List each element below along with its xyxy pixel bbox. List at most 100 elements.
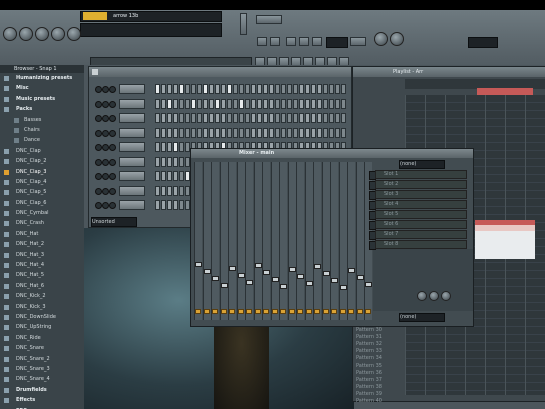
channel-volume-knob[interactable] bbox=[109, 115, 116, 122]
step-pad[interactable] bbox=[287, 98, 292, 109]
mixer-track-fader[interactable] bbox=[263, 270, 270, 275]
step-pad[interactable] bbox=[329, 127, 334, 138]
step-pad[interactable] bbox=[233, 84, 238, 94]
step-pad[interactable] bbox=[167, 98, 172, 109]
mixer-track-enable-led[interactable] bbox=[288, 309, 295, 314]
step-pad[interactable] bbox=[239, 127, 244, 138]
step-pad[interactable] bbox=[221, 98, 226, 109]
step-pad[interactable] bbox=[191, 98, 196, 109]
play-button[interactable] bbox=[286, 37, 296, 46]
mixer-track-enable-led[interactable] bbox=[348, 309, 354, 314]
step-pad[interactable] bbox=[203, 127, 208, 138]
swing-selector[interactable]: Unsorted bbox=[91, 217, 137, 227]
mixer-track-fader[interactable] bbox=[288, 267, 296, 272]
mixer-output-preset[interactable]: (none) bbox=[399, 313, 445, 322]
mixer-track-fader[interactable] bbox=[246, 280, 253, 285]
step-pad[interactable] bbox=[299, 113, 304, 123]
step-pad[interactable] bbox=[167, 84, 172, 94]
step-pad[interactable] bbox=[191, 84, 196, 94]
mixer-track-enable-led[interactable] bbox=[220, 309, 227, 314]
step-pad[interactable] bbox=[245, 113, 250, 123]
fx-slot[interactable]: Slot 2 bbox=[375, 180, 467, 189]
snap-knob[interactable] bbox=[67, 27, 81, 41]
eq-low-knob[interactable] bbox=[417, 291, 427, 301]
step-pad[interactable] bbox=[269, 84, 274, 94]
fx-slot[interactable]: Slot 3 bbox=[375, 190, 467, 199]
channel-pan-knob[interactable] bbox=[102, 144, 109, 151]
channel-mute-led[interactable] bbox=[95, 115, 102, 122]
step-pad[interactable] bbox=[335, 113, 340, 123]
step-pad[interactable] bbox=[179, 113, 184, 123]
mixer-track[interactable] bbox=[262, 162, 270, 320]
browser-folder-item[interactable]: Chairs bbox=[0, 125, 84, 135]
step-pad[interactable] bbox=[173, 200, 178, 210]
browser-file-item[interactable]: DNC_Snare_4 bbox=[0, 374, 84, 384]
step-pad[interactable] bbox=[275, 113, 280, 123]
mixer-track[interactable] bbox=[313, 162, 321, 320]
mixer-track[interactable] bbox=[270, 162, 279, 320]
step-pad[interactable] bbox=[209, 84, 214, 94]
swing-knob[interactable] bbox=[51, 27, 65, 41]
step-pad[interactable] bbox=[173, 171, 178, 181]
browser-file-item[interactable]: DNC_Clap_5 bbox=[0, 187, 84, 197]
playlist-track-name[interactable]: Pattern 33 bbox=[354, 348, 404, 355]
mixer-track-enable-led[interactable] bbox=[280, 309, 286, 314]
step-pad[interactable] bbox=[215, 113, 220, 123]
mixer-track[interactable] bbox=[355, 162, 364, 320]
mixer-track-fader[interactable] bbox=[212, 276, 219, 281]
step-pad[interactable] bbox=[317, 113, 322, 123]
playlist-track-name[interactable]: Pattern 35 bbox=[354, 363, 404, 370]
step-pad[interactable] bbox=[167, 142, 172, 152]
mixer-track[interactable] bbox=[347, 162, 355, 320]
step-pad[interactable] bbox=[233, 98, 238, 109]
mixer-track-fader[interactable] bbox=[305, 281, 313, 286]
channel-mute-led[interactable] bbox=[95, 158, 102, 166]
step-pad[interactable] bbox=[245, 127, 250, 138]
step-pad[interactable] bbox=[257, 127, 262, 138]
step-pad[interactable] bbox=[161, 200, 166, 210]
step-pad[interactable] bbox=[167, 171, 172, 181]
step-pad[interactable] bbox=[233, 113, 238, 123]
step-pad[interactable] bbox=[215, 98, 220, 109]
step-pad[interactable] bbox=[209, 127, 214, 138]
step-pad[interactable] bbox=[179, 127, 184, 138]
playlist-track-name[interactable]: Pattern 40 bbox=[354, 398, 404, 405]
step-pad[interactable] bbox=[167, 127, 172, 138]
step-pad[interactable] bbox=[215, 84, 220, 94]
step-pad[interactable] bbox=[173, 113, 178, 123]
step-pad[interactable] bbox=[215, 127, 220, 138]
mixer-track-fader[interactable] bbox=[356, 275, 364, 280]
step-pad[interactable] bbox=[155, 185, 160, 196]
step-pad[interactable] bbox=[275, 98, 280, 109]
step-pad[interactable] bbox=[155, 113, 160, 123]
mixer-track-fader[interactable] bbox=[339, 285, 347, 290]
step-pad[interactable] bbox=[191, 127, 196, 138]
step-pad[interactable] bbox=[263, 113, 268, 123]
step-pad[interactable] bbox=[341, 113, 346, 123]
step-pad[interactable] bbox=[209, 113, 214, 123]
browser-file-item[interactable]: DNC_Hat_4 bbox=[0, 260, 84, 270]
playlist-track-name[interactable]: Pattern 39 bbox=[354, 391, 404, 398]
mixer-track-fader[interactable] bbox=[195, 262, 202, 267]
stop-button[interactable] bbox=[299, 37, 309, 46]
mixer-track-fader[interactable] bbox=[229, 266, 236, 271]
channel-name-button[interactable] bbox=[119, 142, 145, 152]
browser-file-item[interactable]: DNC_Clap_6 bbox=[0, 198, 84, 208]
channel-mute-led[interactable] bbox=[95, 100, 102, 108]
step-pad[interactable] bbox=[251, 127, 256, 138]
channel-pan-knob[interactable] bbox=[102, 129, 109, 137]
step-pad[interactable] bbox=[323, 127, 328, 138]
playlist-track-name[interactable]: Pattern 36 bbox=[354, 370, 404, 377]
step-pad[interactable] bbox=[197, 127, 202, 138]
step-pad[interactable] bbox=[311, 84, 316, 94]
step-pad[interactable] bbox=[305, 98, 310, 109]
step-pad[interactable] bbox=[329, 84, 334, 94]
channel-pan-knob[interactable] bbox=[102, 173, 109, 180]
step-pad[interactable] bbox=[161, 171, 166, 181]
playlist-track-name[interactable]: Pattern 38 bbox=[354, 384, 404, 391]
step-pad[interactable] bbox=[341, 127, 346, 138]
step-pad[interactable] bbox=[161, 185, 166, 196]
master-pitch-knob[interactable] bbox=[19, 27, 33, 41]
master-volume-slider[interactable] bbox=[240, 13, 247, 35]
step-pad[interactable] bbox=[197, 98, 202, 109]
